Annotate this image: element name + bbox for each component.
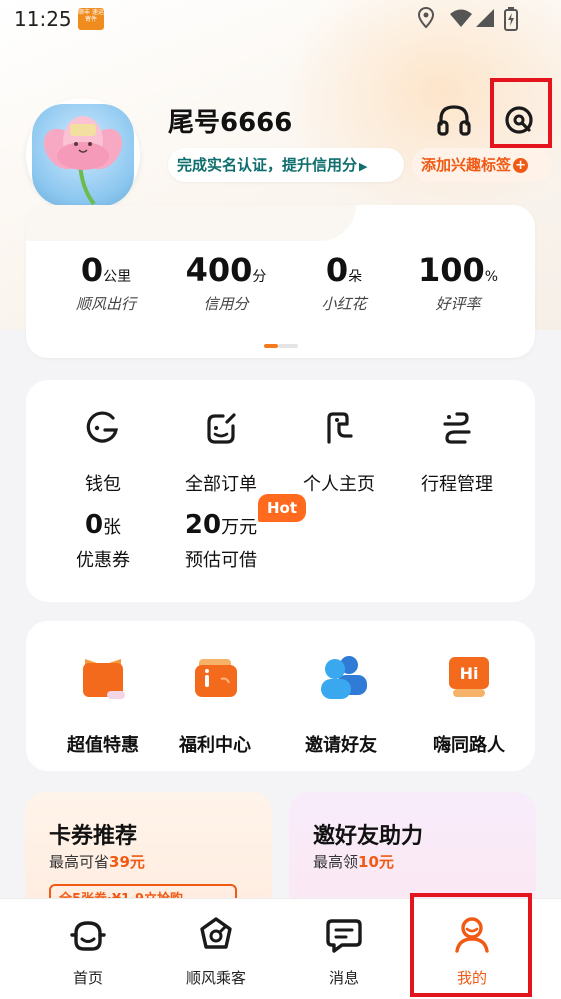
stat-value: 100 — [417, 251, 485, 289]
status-bar: 11:25 顺丰 速运 寄件 — [0, 0, 561, 40]
highlight-box-settings — [490, 78, 552, 148]
coupon-recommend-card[interactable]: 卡券推荐 最高可省39元 全5张券·¥1.9立抢购 — [25, 792, 272, 912]
add-interest-tags-button[interactable]: 添加兴趣标签 + — [412, 148, 552, 182]
invite-friends-icon — [321, 656, 367, 699]
stat-credit[interactable]: 400分 信用分 — [166, 251, 286, 314]
lotus-avatar-icon — [43, 116, 123, 206]
stat-distance[interactable]: 0公里 顺风出行 — [46, 251, 166, 314]
tab-passenger-label: 顺风乘客 — [185, 969, 246, 987]
verify-prompt-text: 完成实名认证，提升信用分 — [177, 156, 358, 174]
verify-identity-button[interactable]: 完成实名认证，提升信用分 ▶ — [168, 148, 404, 182]
welfare-center-entry[interactable]: 福利中心 — [155, 653, 275, 757]
homepage-label: 个人主页 — [303, 474, 375, 495]
app-notification-badge: 顺丰 速运 寄件 — [78, 8, 104, 30]
special-deals-label: 超值特惠 — [67, 735, 139, 756]
battery-charging-icon — [504, 7, 518, 31]
tab-messages[interactable]: 消息 — [294, 915, 394, 988]
username[interactable]: 尾号6666 — [168, 102, 292, 139]
location-icon — [417, 7, 435, 29]
promo-subtitle: 最高领10元 — [313, 851, 394, 872]
avatar-image — [32, 104, 134, 206]
wallet-label: 钱包 — [85, 474, 121, 495]
stat-label: 信用分 — [203, 295, 249, 313]
passenger-icon — [200, 917, 232, 949]
promo-amount: 39元 — [109, 853, 145, 871]
wifi-icon — [450, 9, 472, 27]
coupons-unit: 张 — [103, 517, 122, 538]
home-icon — [70, 921, 106, 951]
promo-sub-prefix: 最高领 — [313, 853, 359, 871]
loan-unit: 万元 — [221, 517, 258, 538]
promo-title: 卡券推荐 — [49, 824, 138, 849]
promo-amount: 10元 — [358, 853, 394, 871]
tab-passenger[interactable]: 顺风乘客 — [166, 915, 266, 988]
stat-unit: 公里 — [103, 269, 132, 285]
tab-home-label: 首页 — [72, 969, 103, 987]
promo-sub-prefix: 最高可省 — [49, 853, 110, 871]
stat-label: 顺风出行 — [75, 295, 136, 313]
promo-title: 邀好友助力 — [313, 824, 424, 849]
avatar[interactable] — [26, 98, 140, 212]
fellow-travelers-label: 嗨同路人 — [433, 735, 505, 756]
stat-label: 小红花 — [321, 295, 367, 313]
stat-unit: % — [484, 269, 499, 285]
page-indicator-rest — [278, 344, 298, 348]
stat-value: 0 — [325, 251, 349, 289]
coupons-count: 0 — [84, 510, 104, 540]
highlight-box-mine-tab — [410, 893, 532, 997]
trip-manage-icon — [443, 412, 471, 444]
homepage-icon — [327, 412, 353, 444]
wallet-entry[interactable]: 钱包 — [43, 408, 163, 496]
stat-value: 400 — [185, 251, 253, 289]
loan-amount: 20 — [184, 510, 222, 540]
badge-text: 顺丰 速运 寄件 — [78, 9, 104, 23]
arrow-right-icon: ▶ — [359, 160, 368, 173]
svg-text:Hi: Hi — [460, 664, 479, 683]
tab-home[interactable]: 首页 — [38, 915, 138, 988]
page-indicator-active — [264, 344, 278, 348]
plus-circle-icon: + — [513, 158, 529, 173]
invite-friends-entry[interactable]: 邀请好友 — [281, 653, 401, 757]
gift-box-icon — [83, 659, 125, 699]
headset-icon — [437, 105, 471, 136]
loan-label: 预估可借 — [185, 550, 257, 571]
stat-value: 0 — [80, 251, 104, 289]
special-deals-entry[interactable]: 超值特惠 — [43, 653, 163, 757]
stat-flowers[interactable]: 0朵 小红花 — [284, 251, 404, 314]
message-icon — [326, 919, 362, 953]
welfare-center-label: 福利中心 — [179, 735, 251, 756]
stat-rating[interactable]: 100% 好评率 — [398, 251, 518, 314]
promo-subtitle: 最高可省39元 — [49, 851, 145, 872]
invite-friends-label: 邀请好友 — [305, 735, 377, 756]
orders-icon — [207, 413, 236, 444]
hot-badge: Hot — [258, 494, 306, 522]
trip-manage-label: 行程管理 — [421, 474, 493, 495]
stat-label: 好评率 — [435, 295, 481, 313]
customer-service-button[interactable] — [432, 98, 476, 142]
signal-icon — [476, 9, 494, 27]
wallet-icon — [86, 411, 118, 443]
stats-card: 0公里 顺风出行 400分 信用分 0朵 小红花 100% 好评率 — [26, 205, 535, 358]
trip-manage-entry[interactable]: 行程管理 — [397, 408, 517, 496]
fellow-travelers-entry[interactable]: Hi 嗨同路人 — [409, 653, 529, 757]
coupons-entry[interactable]: 0张 优惠券 — [43, 510, 163, 572]
tab-messages-label: 消息 — [328, 969, 359, 987]
interest-prompt-text: 添加兴趣标签 — [421, 156, 512, 174]
all-orders-label: 全部订单 — [185, 474, 257, 495]
coupon-wallet-icon — [195, 659, 237, 697]
page-indicator — [264, 344, 298, 348]
coupons-label: 优惠券 — [76, 550, 130, 571]
all-orders-entry[interactable]: 全部订单 — [161, 408, 281, 496]
stat-unit: 分 — [252, 269, 267, 285]
stat-unit: 朵 — [348, 269, 363, 285]
status-time: 11:25 — [14, 7, 72, 31]
homepage-entry[interactable]: 个人主页 — [279, 408, 399, 496]
hi-chat-icon: Hi — [449, 657, 489, 697]
